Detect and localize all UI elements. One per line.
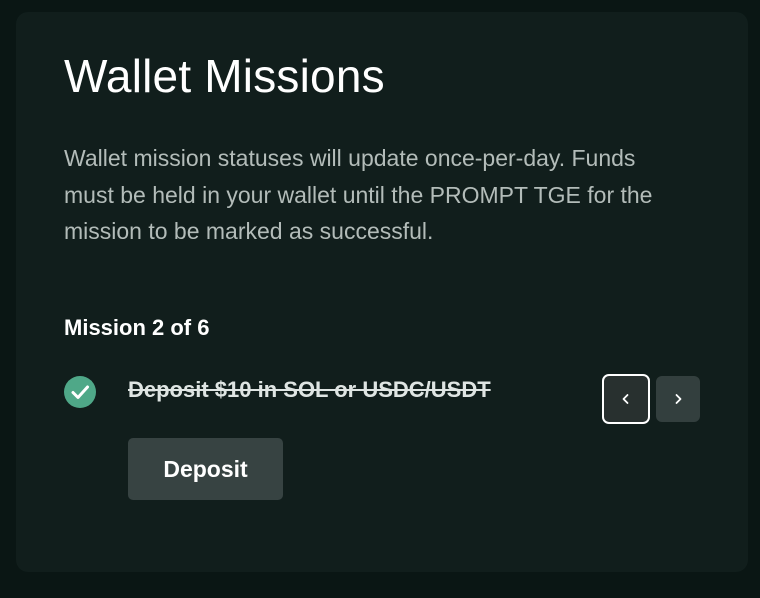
- check-circle-icon: [64, 376, 96, 408]
- mission-counter: Mission 2 of 6: [64, 315, 210, 340]
- chevron-left-icon: [619, 392, 633, 406]
- deposit-button[interactable]: Deposit: [128, 438, 283, 500]
- missions-description: Wallet mission statuses will update once…: [64, 145, 653, 244]
- page-title: Wallet Missions: [64, 50, 385, 102]
- previous-mission-button[interactable]: [602, 374, 650, 424]
- next-mission-button[interactable]: [656, 376, 700, 422]
- mission-task-label: Deposit $10 in SOL or USDC/USDT: [128, 377, 491, 402]
- wallet-missions-card: Wallet Missions Wallet mission statuses …: [16, 12, 748, 572]
- chevron-right-icon: [671, 392, 685, 406]
